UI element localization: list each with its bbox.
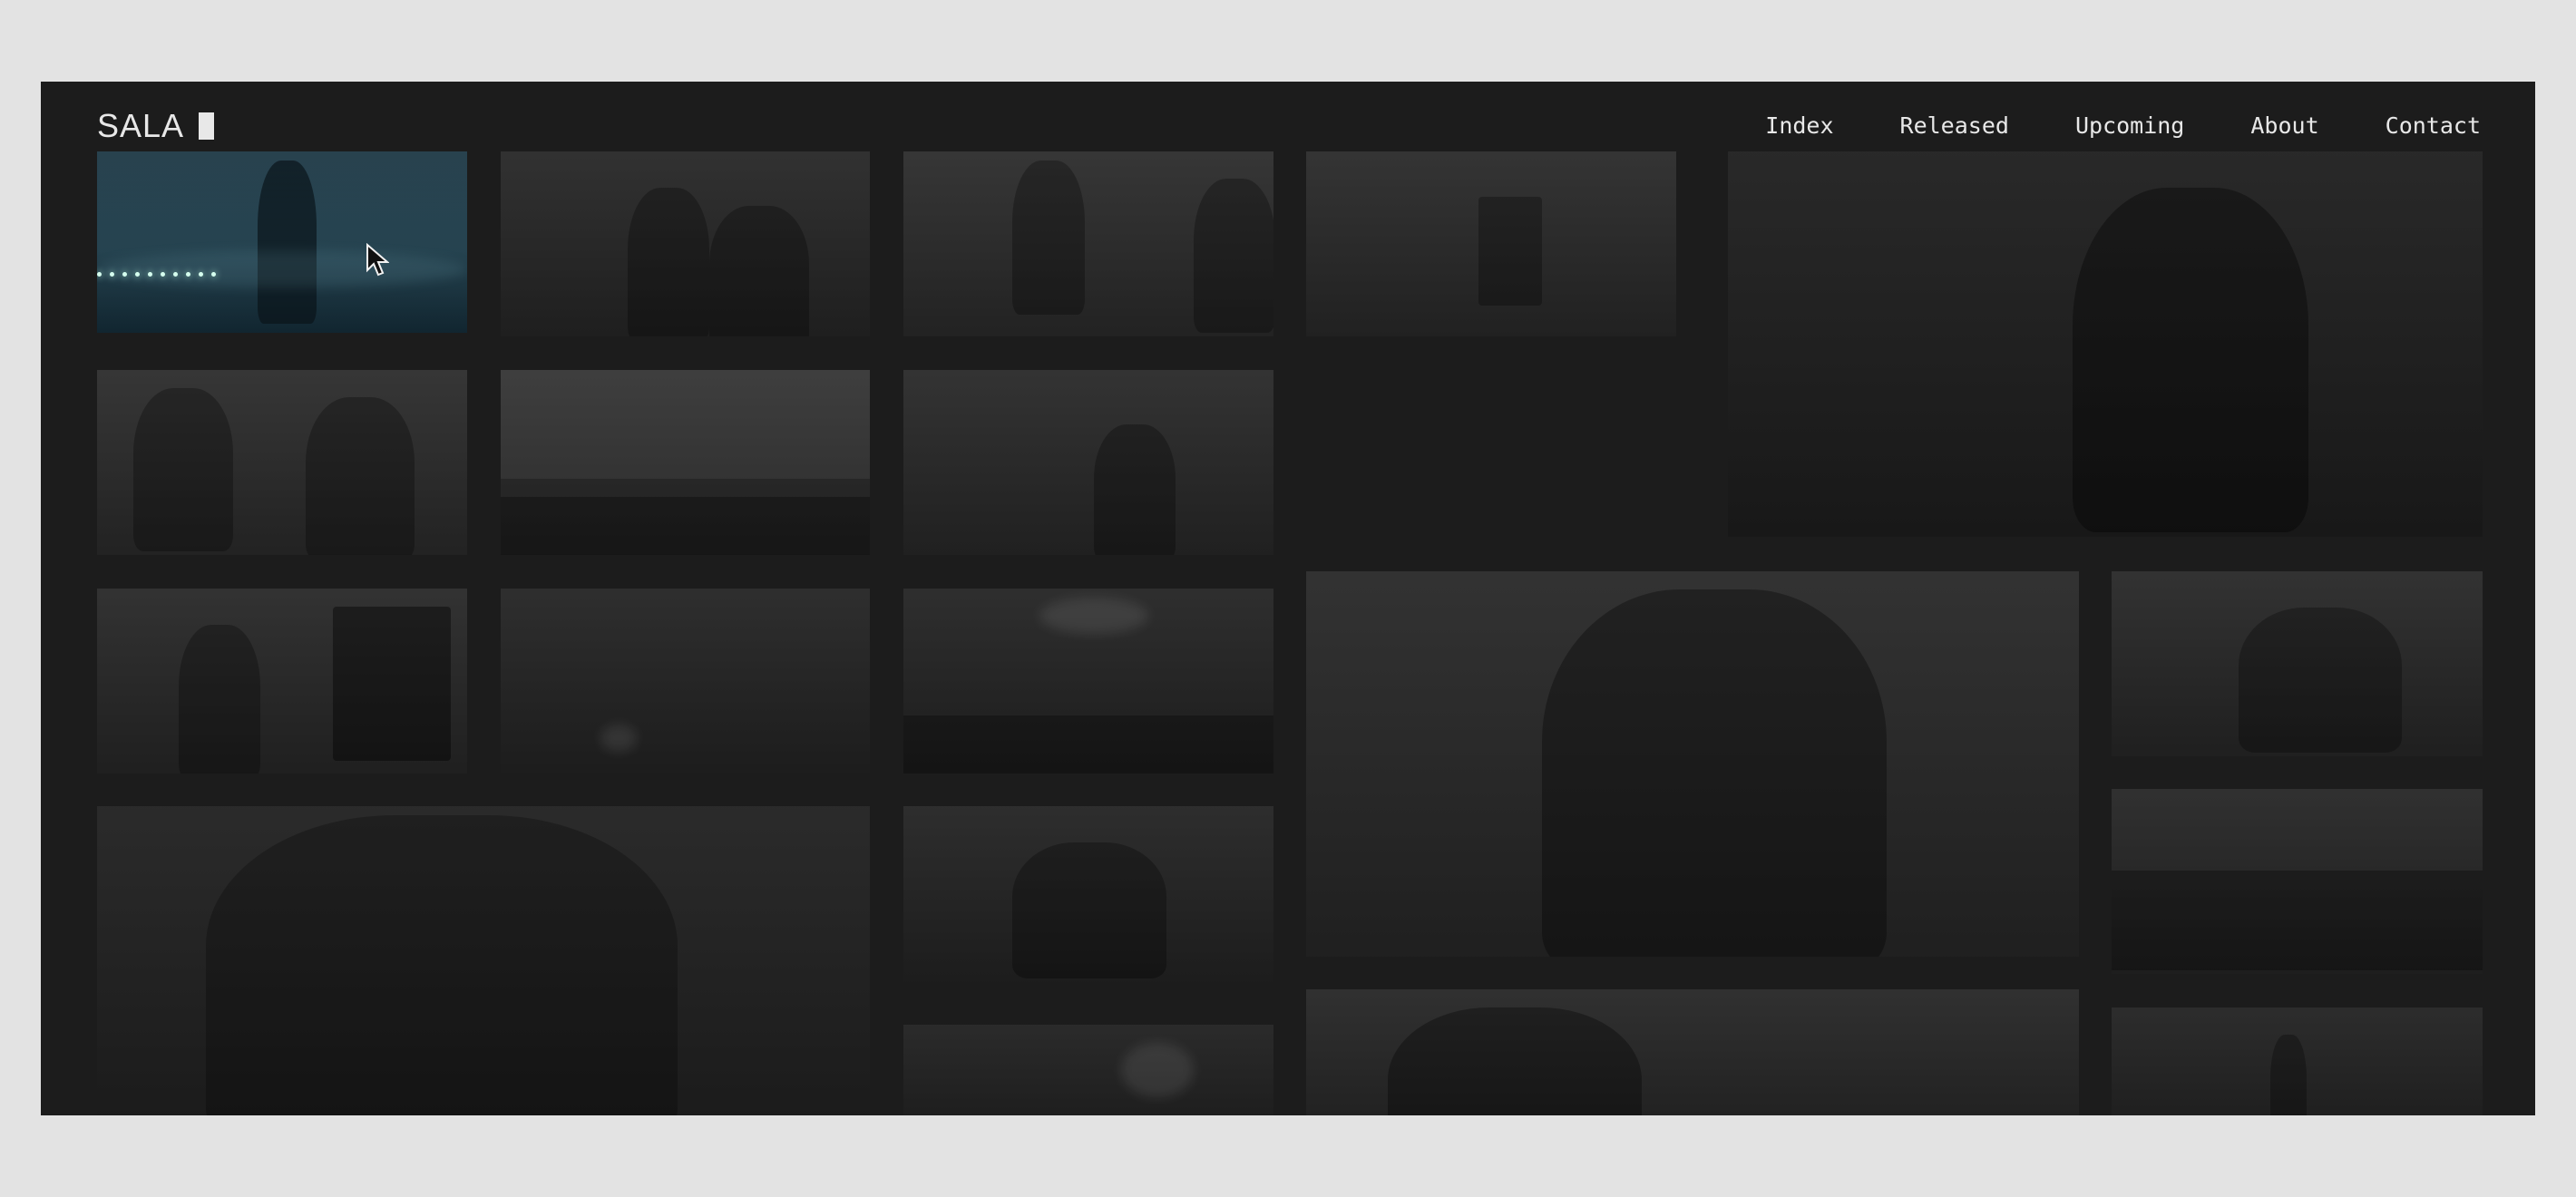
light-dot <box>186 272 190 277</box>
pointer-glyph <box>366 243 389 277</box>
warm-light <box>1121 1043 1194 1097</box>
main-navigation: Index Released Upcoming About Contact <box>1765 112 2481 139</box>
light-dot <box>148 272 152 277</box>
figure-silhouette <box>1012 842 1166 978</box>
figure-silhouette <box>179 625 260 774</box>
brand-logo[interactable]: SALA <box>97 107 215 145</box>
tower-silhouette <box>1478 197 1542 306</box>
cross-frame <box>333 607 451 761</box>
horizon-light <box>97 251 467 287</box>
gallery-tile[interactable] <box>903 151 1273 336</box>
gallery-tile-large[interactable] <box>1306 989 2079 1115</box>
ship-silhouette <box>501 497 870 555</box>
gallery-tile[interactable] <box>97 589 467 774</box>
audience-silhouette <box>903 715 1273 774</box>
brand-name: SALA <box>97 107 185 144</box>
stage-light <box>1039 598 1148 634</box>
figure-silhouette <box>306 397 415 555</box>
gallery-tile[interactable] <box>501 151 870 336</box>
light-dot <box>173 272 178 277</box>
gallery-tile[interactable] <box>97 370 467 555</box>
gallery-tile[interactable] <box>903 806 1273 991</box>
gallery-tile[interactable] <box>903 370 1273 555</box>
figure-silhouette <box>1388 1007 1642 1115</box>
tile-shade <box>903 1025 1273 1115</box>
light-dot <box>135 272 140 277</box>
figure-silhouette <box>1012 161 1085 315</box>
gallery-tile[interactable] <box>903 589 1273 774</box>
tile-shade <box>501 589 870 774</box>
gallery-tile[interactable] <box>501 370 870 555</box>
nav-item-contact[interactable]: Contact <box>2386 112 2481 139</box>
gallery-tile-large[interactable] <box>1306 571 2079 957</box>
nav-item-upcoming[interactable]: Upcoming <box>2075 112 2184 139</box>
figure-silhouette <box>2239 608 2402 753</box>
light-dot <box>211 272 216 277</box>
nav-item-about[interactable]: About <box>2250 112 2318 139</box>
light-dot <box>161 272 165 277</box>
tile-shade <box>903 370 1273 555</box>
light-dot <box>110 272 114 277</box>
top-navigation-bar: SALA Index Released Upcoming About Conta… <box>41 82 2535 152</box>
gallery-tile[interactable] <box>1306 151 1676 336</box>
figure-silhouette <box>1542 589 1887 957</box>
figure-silhouette <box>133 388 233 551</box>
gallery-tile[interactable] <box>2112 571 2483 756</box>
sky-glow <box>501 370 870 479</box>
gallery-tile[interactable] <box>2112 1007 2483 1115</box>
light-dot <box>97 272 102 277</box>
figure-silhouette <box>2270 1035 2307 1115</box>
figure-silhouette <box>206 815 678 1115</box>
figure-silhouette <box>628 188 709 336</box>
figure-silhouette <box>1194 179 1273 333</box>
figure-silhouette <box>2073 188 2308 532</box>
light-dot <box>199 272 203 277</box>
gallery-tile[interactable] <box>2112 789 2483 974</box>
gallery-tile[interactable] <box>501 589 870 774</box>
text-cursor-block-icon <box>199 112 215 140</box>
figure-silhouette <box>709 206 809 336</box>
fog-light <box>600 725 637 752</box>
audience-silhouette <box>2112 871 2483 970</box>
gallery-tile[interactable] <box>97 151 467 333</box>
gallery-tile[interactable] <box>903 1025 1273 1115</box>
figure-silhouette <box>258 161 317 324</box>
gallery-tile-large[interactable] <box>1728 151 2483 537</box>
shore-lights <box>97 272 216 277</box>
app-window: SALA Index Released Upcoming About Conta… <box>41 82 2535 1115</box>
nav-item-released[interactable]: Released <box>1900 112 2009 139</box>
figure-silhouette <box>1094 424 1176 555</box>
nav-item-index[interactable]: Index <box>1765 112 1833 139</box>
light-dot <box>122 272 127 277</box>
gallery-tile-large[interactable] <box>97 806 870 1115</box>
